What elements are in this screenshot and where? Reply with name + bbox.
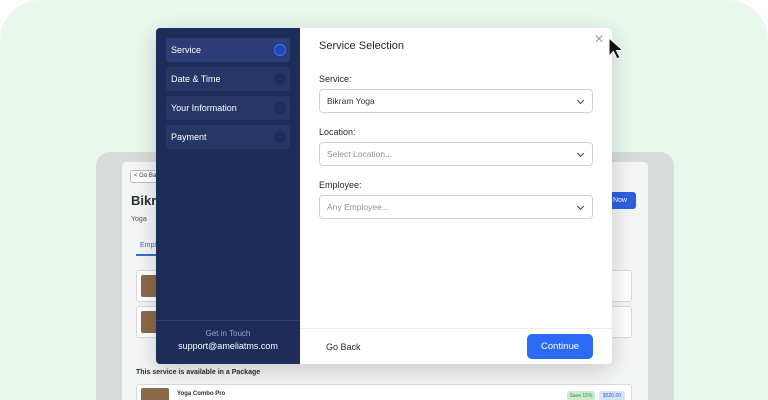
background-category: Yoga — [131, 216, 147, 223]
contact-label: Get in Touch — [205, 329, 251, 338]
booking-modal: Service Date & Time Your Information Pay… — [156, 28, 612, 364]
location-select-placeholder: Select Location... — [327, 149, 393, 159]
employee-label: Employee: — [319, 180, 362, 190]
steps-sidebar: Service Date & Time Your Information Pay… — [156, 28, 300, 364]
employee-select[interactable]: Any Employee... — [319, 195, 593, 219]
background-package-label: This service is available in a Package — [136, 369, 261, 376]
chevron-down-icon — [576, 202, 585, 211]
step-payment[interactable]: Payment — [166, 125, 290, 149]
step-label: Your Information — [171, 103, 237, 113]
location-label: Location: — [319, 127, 356, 137]
chevron-down-icon — [576, 96, 585, 105]
background-package-name: Yoga Combo Pro — [177, 391, 226, 397]
canvas-background: < Go Back Bikram Yoga Employees Now This… — [0, 0, 768, 400]
step-date-time[interactable]: Date & Time — [166, 67, 290, 91]
service-label: Service: — [319, 74, 352, 84]
continue-button[interactable]: Continue — [527, 334, 593, 359]
step-status-icon — [274, 102, 286, 114]
service-select-value: Bikram Yoga — [327, 96, 375, 106]
step-status-icon — [274, 73, 286, 85]
employee-select-placeholder: Any Employee... — [327, 202, 389, 212]
service-selection-panel: ✕ Service Selection Service: Bikram Yoga… — [300, 28, 612, 364]
background-service-title: Bikram — [131, 193, 157, 208]
service-select[interactable]: Bikram Yoga — [319, 89, 593, 113]
modal-footer: Go Back Continue — [300, 328, 612, 364]
background-price-badge: $520.00 — [599, 391, 625, 400]
mouse-cursor-icon — [608, 37, 625, 60]
step-label: Date & Time — [171, 74, 221, 84]
close-icon[interactable]: ✕ — [593, 33, 605, 45]
step-status-icon — [274, 44, 286, 56]
page-title: Service Selection — [319, 40, 404, 52]
background-tab-underline — [136, 254, 158, 256]
step-label: Service — [171, 45, 202, 55]
step-your-information[interactable]: Your Information — [166, 96, 290, 120]
step-status-icon — [274, 131, 286, 143]
background-package-card: Yoga Combo Pro Save 15% $520.00 — [136, 384, 632, 400]
step-service[interactable]: Service — [166, 38, 290, 62]
background-save-badge: Save 15% — [567, 391, 595, 400]
location-select[interactable]: Select Location... — [319, 142, 593, 166]
contact-email-link[interactable]: support@ameliatms.com — [156, 341, 300, 351]
sidebar-contact: Get in Touch support@ameliatms.com — [156, 320, 300, 364]
chevron-down-icon — [576, 149, 585, 158]
go-back-button[interactable]: Go Back — [326, 342, 361, 352]
background-package-photo — [141, 388, 169, 400]
step-label: Payment — [171, 132, 207, 142]
